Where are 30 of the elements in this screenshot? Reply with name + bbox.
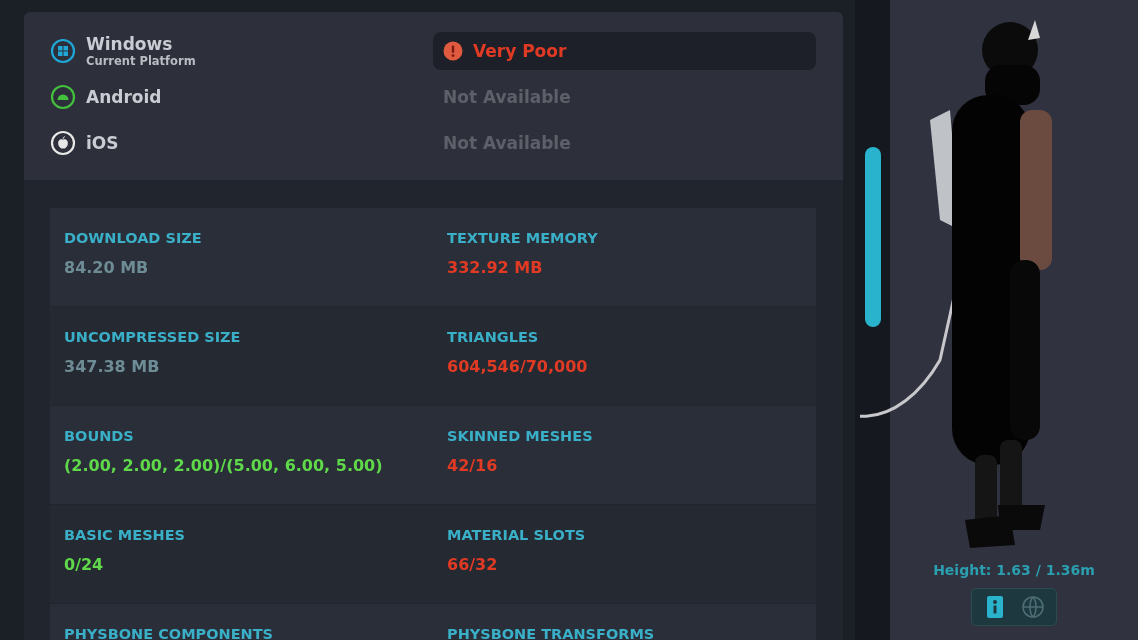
alert-icon: [443, 41, 463, 61]
stat-label: TEXTURE MEMORY: [447, 230, 599, 246]
stat-value: 0/24: [64, 555, 105, 574]
stat-label: SKINNED MESHES: [447, 428, 594, 444]
stat-value: 84.20 MB: [64, 258, 150, 277]
platform-name: iOS: [86, 133, 119, 153]
height-label: Height: 1.63 / 1.36m: [933, 562, 1095, 578]
scrollbar-thumb[interactable]: [864, 147, 881, 327]
stat-value: 332.92 MB: [447, 258, 544, 277]
stat-label: BOUNDS: [64, 428, 135, 444]
platform-name: Windows: [86, 34, 174, 54]
stat-value: 604,546/70,000: [447, 357, 589, 376]
stat-label: PHYSBONE COMPONENTS: [64, 626, 275, 640]
stat-value: 42/16: [447, 456, 499, 475]
stat-label: UNCOMPRESSED SIZE: [64, 329, 242, 345]
stat-label: BASIC MESHES: [64, 527, 187, 543]
scrollbar[interactable]: [855, 0, 890, 640]
apple-icon: [50, 130, 76, 156]
stat-label: MATERIAL SLOTS: [447, 527, 587, 543]
windows-icon: [50, 38, 76, 64]
stat-label: PHYSBONE TRANSFORMS: [447, 626, 656, 640]
stat-value: 66/32: [447, 555, 499, 574]
stat-value: 347.38 MB: [64, 357, 161, 376]
android-icon: [50, 84, 76, 110]
platform-subtitle: Current Platform: [86, 54, 196, 68]
stat-value: (2.00, 2.00, 2.00)/(5.00, 6.00, 5.00): [64, 456, 384, 475]
stat-label: TRIANGLES: [447, 329, 540, 345]
stat-label: DOWNLOAD SIZE: [64, 230, 203, 246]
rating-badge: Very Poor: [433, 32, 816, 70]
platform-name: Android: [86, 87, 162, 107]
